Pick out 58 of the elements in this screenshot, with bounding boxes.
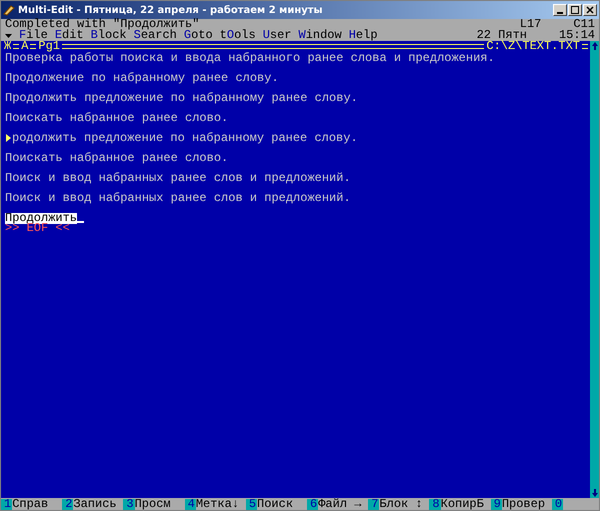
arrow-up-icon[interactable] bbox=[590, 41, 598, 51]
function-key-label[interactable]: Блок ↕ bbox=[379, 498, 430, 510]
function-key-label[interactable]: Справ bbox=[12, 498, 62, 510]
menu-item[interactable]: Goto bbox=[184, 30, 213, 41]
arrow-down-icon[interactable] bbox=[590, 488, 598, 498]
function-key-label[interactable]: КопирБ bbox=[440, 498, 491, 510]
function-key-label[interactable]: Метка↓ bbox=[196, 498, 246, 510]
function-key-number[interactable]: 9 bbox=[490, 498, 502, 510]
menu-item[interactable]: File bbox=[19, 30, 48, 41]
menu-item[interactable]: User bbox=[262, 30, 292, 41]
function-key-number[interactable]: 5 bbox=[246, 498, 258, 510]
vertical-scrollbar[interactable] bbox=[590, 41, 599, 498]
menu-item[interactable]: Window bbox=[298, 30, 342, 41]
function-key-number[interactable]: 3 bbox=[123, 498, 135, 510]
file-path: C:\Z\TEXT.TXT bbox=[486, 41, 580, 52]
page-indicator: Pg1 bbox=[38, 41, 60, 52]
function-key-number[interactable]: 1 bbox=[1, 498, 12, 510]
close-button[interactable] bbox=[583, 4, 597, 16]
line-indicator: L17 bbox=[520, 19, 542, 30]
text-line: Проверка работы поиска и ввода набранного ранее слова и предложения. bbox=[5, 52, 495, 64]
text-line: Поиск и ввод набранных ранее слов и предложений. bbox=[5, 172, 351, 184]
cursor-marker-icon bbox=[5, 133, 12, 143]
drive-indicator: A bbox=[21, 41, 28, 52]
text-line: Поиск и ввод набранных ранее слов и предложений. bbox=[5, 192, 351, 204]
minimize-button[interactable] bbox=[553, 4, 567, 16]
menu-item[interactable]: Search bbox=[134, 30, 177, 41]
menu-item[interactable]: Help bbox=[348, 30, 378, 41]
function-key-number[interactable]: 0 bbox=[552, 498, 564, 510]
text-line: родолжить предложение по набранному ранее слову. bbox=[12, 132, 358, 144]
window-title: Multi-Edit - Пятница, 22 апреля - работаем 2 минуты bbox=[18, 4, 323, 16]
function-key-label[interactable]: Запись bbox=[73, 498, 124, 510]
maximize-icon bbox=[571, 6, 579, 14]
text-line: Поискать набранное ранее слово. bbox=[5, 112, 228, 124]
pencil-icon bbox=[3, 4, 15, 16]
menu-item[interactable]: tOols bbox=[220, 30, 256, 41]
text-line: Продолжение по набранному ранее слову. bbox=[5, 72, 279, 84]
menu-item[interactable]: Block bbox=[90, 30, 127, 41]
function-key-label[interactable]: Поиск bbox=[257, 498, 308, 510]
function-key-number[interactable]: 7 bbox=[368, 498, 380, 510]
status-message: Completed with "Продолжить" bbox=[5, 19, 200, 30]
maximize-button[interactable] bbox=[568, 4, 582, 16]
function-key-label[interactable]: Файл → bbox=[318, 498, 368, 510]
text-line: Продолжить предложение по набранному ранее слову. bbox=[5, 92, 358, 104]
function-key-number[interactable]: 6 bbox=[307, 498, 318, 510]
time-text: 15:14 bbox=[558, 30, 595, 41]
text-cursor bbox=[77, 221, 84, 223]
menu-item[interactable]: Edit bbox=[54, 30, 84, 41]
date-text: 22 Пятн bbox=[476, 30, 527, 41]
window-marker[interactable]: Ж bbox=[4, 41, 12, 52]
function-key-number[interactable]: 2 bbox=[62, 498, 74, 510]
function-key-number[interactable]: 8 bbox=[429, 498, 441, 510]
close-icon bbox=[586, 6, 594, 14]
eof-marker: >> EOF << bbox=[5, 222, 70, 234]
function-key-label[interactable]: Провер bbox=[502, 498, 552, 510]
text-line: Поискать набранное ранее слово. bbox=[5, 152, 228, 164]
function-key-label[interactable]: Просм bbox=[134, 498, 185, 510]
function-key-number[interactable]: 4 bbox=[184, 498, 196, 510]
column-indicator: C11 bbox=[573, 19, 595, 30]
